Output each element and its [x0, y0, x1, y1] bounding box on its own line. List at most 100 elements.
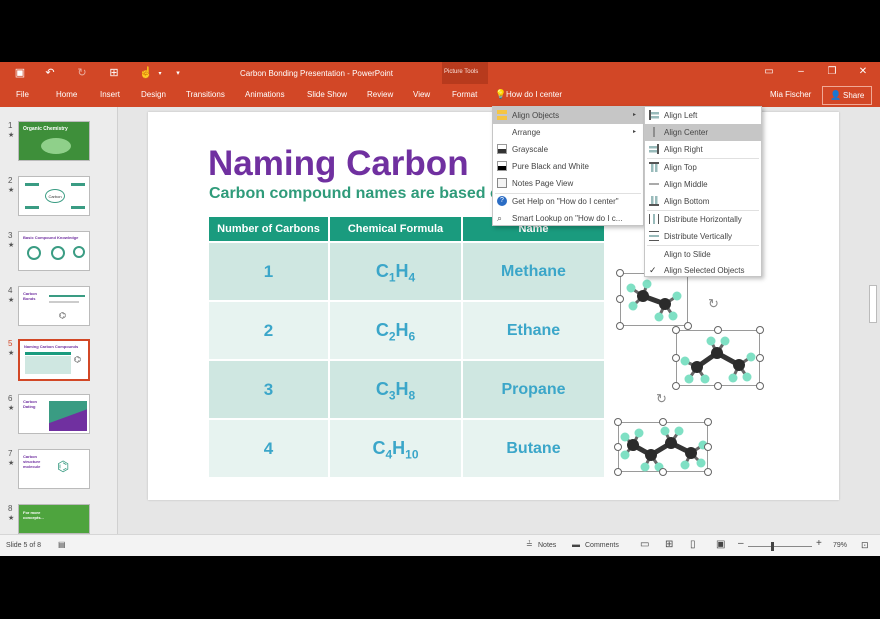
maximize-icon[interactable]: ❐	[825, 66, 839, 77]
touch-dropdown-icon[interactable]: ▾	[152, 70, 168, 77]
slide-thumbnail-8[interactable]: For more concepts...	[18, 504, 90, 534]
ribbon-display-options-icon[interactable]: ▭	[762, 66, 776, 77]
butane-molecule-image[interactable]	[618, 422, 708, 472]
table-cell-name[interactable]: Propane	[463, 361, 604, 418]
menu-item-smart-lookup[interactable]: ⌕ Smart Lookup on "How do I c...	[493, 210, 643, 227]
tell-me-input[interactable]: How do I center	[506, 90, 562, 99]
minimize-icon[interactable]: –	[794, 66, 808, 77]
slide-thumbnail-6[interactable]: Carbon Dating	[18, 394, 90, 434]
table-cell-name[interactable]: Methane	[463, 243, 604, 300]
slide-thumbnail-7[interactable]: Carbon structure molecule ⌬	[18, 449, 90, 489]
resize-handle[interactable]	[659, 418, 667, 426]
start-from-beginning-icon[interactable]: ⊞	[106, 66, 122, 79]
tab-design[interactable]: Design	[141, 90, 166, 99]
resize-handle[interactable]	[614, 418, 622, 426]
menu-item-pure-black-white[interactable]: Pure Black and White	[493, 158, 643, 175]
resize-handle[interactable]	[756, 326, 764, 334]
customize-toolbar-icon[interactable]: ▾	[170, 69, 186, 77]
slide-thumbnail-2[interactable]: Carbon	[18, 176, 90, 216]
zoom-slider[interactable]	[748, 546, 812, 547]
resize-handle[interactable]	[704, 443, 712, 451]
tab-view[interactable]: View	[413, 90, 430, 99]
spelling-check-icon[interactable]: ▤	[58, 540, 66, 549]
reading-view-icon[interactable]: ▯	[690, 539, 696, 550]
slide-sorter-icon[interactable]: ⊞	[665, 539, 673, 550]
slide-show-icon[interactable]: ▣	[716, 539, 725, 550]
table-cell-num[interactable]: 2	[209, 302, 328, 359]
resize-handle[interactable]	[659, 468, 667, 476]
share-button[interactable]: 👤 Share	[822, 86, 872, 105]
slide-thumbnail-pane[interactable]: 1 ★ Organic Chemistry 2 ★ Carbon 3 ★ Bas…	[0, 107, 118, 534]
redo-icon[interactable]: ↻	[74, 66, 90, 79]
menu-item-arrange[interactable]: Arrange ▸	[493, 124, 643, 141]
menu-item-get-help[interactable]: ? Get Help on "How do I center"	[493, 193, 643, 210]
vertical-scrollbar[interactable]	[866, 107, 880, 534]
slide-thumbnail-5[interactable]: Naming Carbon Compounds ⌬	[18, 339, 90, 381]
tab-slide-show[interactable]: Slide Show	[307, 90, 347, 99]
menu-item-align-objects[interactable]: Align Objects ▸	[493, 107, 643, 124]
slide-title[interactable]: Naming Carbon	[208, 144, 469, 184]
tab-review[interactable]: Review	[367, 90, 393, 99]
resize-handle[interactable]	[672, 354, 680, 362]
table-cell-num[interactable]: 4	[209, 420, 328, 477]
menu-item-grayscale[interactable]: Grayscale	[493, 141, 643, 158]
resize-handle[interactable]	[704, 468, 712, 476]
rotate-handle-icon[interactable]: ↻	[708, 296, 719, 312]
resize-handle[interactable]	[672, 326, 680, 334]
resize-handle[interactable]	[714, 326, 722, 334]
save-icon[interactable]: ▣	[12, 66, 28, 79]
table-cell-name[interactable]: Ethane	[463, 302, 604, 359]
notes-button[interactable]: Notes	[538, 542, 556, 549]
comments-button[interactable]: Comments	[585, 542, 619, 549]
menu-item-distribute-vertically[interactable]: Distribute Vertically	[645, 228, 761, 245]
slide-thumbnail-4[interactable]: Carbon Bonds ⌬	[18, 286, 90, 326]
table-cell-num[interactable]: 3	[209, 361, 328, 418]
menu-item-align-middle[interactable]: Align Middle	[645, 176, 761, 193]
tab-insert[interactable]: Insert	[100, 90, 120, 99]
table-cell-formula[interactable]: C2H6	[330, 302, 461, 359]
tab-home[interactable]: Home	[56, 90, 77, 99]
tab-transitions[interactable]: Transitions	[186, 90, 225, 99]
table-cell-formula[interactable]: C3H8	[330, 361, 461, 418]
resize-handle[interactable]	[756, 354, 764, 362]
menu-item-align-right[interactable]: Align Right	[645, 141, 761, 158]
table-header-carbons[interactable]: Number of Carbons	[209, 217, 328, 241]
menu-item-align-center[interactable]: Align Center	[645, 124, 761, 141]
resize-handle[interactable]	[714, 382, 722, 390]
rotate-handle-icon[interactable]: ↻	[656, 391, 667, 407]
menu-item-align-left[interactable]: Align Left	[645, 107, 761, 124]
zoom-level[interactable]: 79%	[833, 542, 847, 549]
resize-handle[interactable]	[684, 322, 692, 330]
scrollbar-thumb[interactable]	[869, 285, 877, 323]
propane-molecule-image[interactable]	[676, 330, 760, 386]
normal-view-icon[interactable]: ▭	[640, 539, 649, 550]
menu-item-align-selected-objects[interactable]: ✓ Align Selected Objects	[645, 262, 761, 279]
resize-handle[interactable]	[616, 269, 624, 277]
resize-handle[interactable]	[672, 382, 680, 390]
tab-file[interactable]: File	[16, 90, 29, 99]
fit-to-window-icon[interactable]: ⊡	[861, 540, 869, 551]
slide-subtitle[interactable]: Carbon compound names are based on t	[209, 185, 499, 203]
table-cell-num[interactable]: 1	[209, 243, 328, 300]
zoom-out-icon[interactable]: –	[738, 538, 744, 549]
tab-animations[interactable]: Animations	[245, 90, 285, 99]
resize-handle[interactable]	[756, 382, 764, 390]
slide-thumbnail-3[interactable]: Basic Compound Knowledge	[18, 231, 90, 271]
undo-icon[interactable]: ↶	[42, 66, 58, 79]
zoom-in-icon[interactable]: +	[816, 538, 822, 549]
user-name[interactable]: Mia Fischer	[770, 90, 811, 99]
table-cell-name[interactable]: Butane	[463, 420, 604, 477]
zoom-slider-thumb[interactable]	[771, 542, 774, 551]
resize-handle[interactable]	[614, 443, 622, 451]
resize-handle[interactable]	[614, 468, 622, 476]
menu-item-align-top[interactable]: Align Top	[645, 159, 761, 176]
resize-handle[interactable]	[616, 322, 624, 330]
close-icon[interactable]: ✕	[856, 66, 870, 77]
menu-item-align-bottom[interactable]: Align Bottom	[645, 193, 761, 210]
resize-handle[interactable]	[704, 418, 712, 426]
menu-item-distribute-horizontally[interactable]: Distribute Horizontally	[645, 211, 761, 228]
menu-item-notes-page-view[interactable]: Notes Page View	[493, 175, 643, 192]
ethane-molecule-image[interactable]	[620, 273, 688, 326]
resize-handle[interactable]	[616, 295, 624, 303]
tab-format[interactable]: Format	[452, 90, 477, 99]
